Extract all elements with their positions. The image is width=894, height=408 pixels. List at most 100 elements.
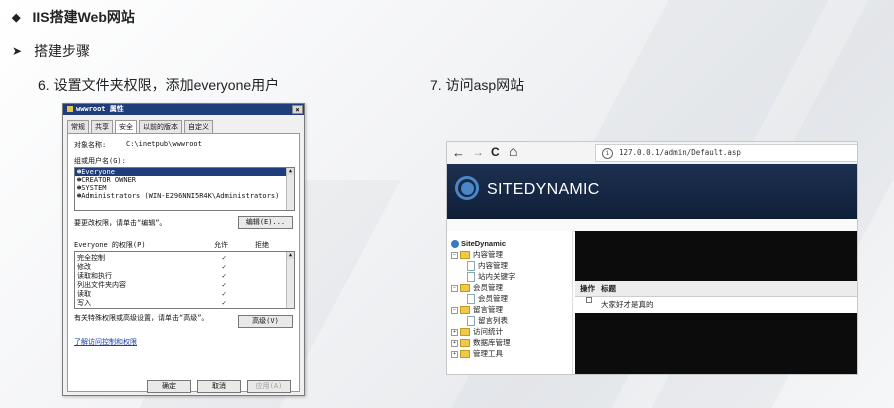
permissions-list: 完全控制 ✓ 修改 ✓ 读取和执行 ✓ 列出文件夹内容 ✓ 读取 ✓ 写入 ✓ ▲	[74, 251, 295, 309]
folder-icon	[460, 284, 470, 293]
row-checkbox[interactable]	[586, 297, 592, 303]
user-list-item[interactable]: ☻Everyone	[75, 168, 294, 176]
column-header-action: 操作	[580, 284, 595, 293]
close-button[interactable]: ×	[292, 105, 303, 114]
content-area-top	[575, 231, 857, 281]
advanced-hint: 有关特殊权限或高级设置，请单击“高级”。	[74, 314, 209, 322]
permissions-scrollbar[interactable]: ▲	[286, 252, 294, 308]
change-permissions-hint: 要更改权限，请单击“编辑”。	[74, 219, 167, 227]
user-list-item[interactable]: ☻CREATOR OWNER	[75, 176, 294, 184]
table-header: 操作 标题	[575, 281, 857, 297]
allow-check: ✓	[222, 254, 227, 262]
address-bar[interactable]: i 127.0.0.1/admin/Default.asp	[595, 144, 857, 162]
row-title[interactable]: 大家好才是真的	[601, 297, 654, 313]
collapse-icon[interactable]: −	[451, 251, 458, 259]
user-list-item[interactable]: ☻Administrators (WIN-E296NNI5R4K\Adminis…	[75, 192, 294, 200]
permission-row: 完全控制 ✓	[77, 254, 227, 262]
folder-icon	[460, 328, 470, 337]
tree-node[interactable]: − 会员管理	[451, 283, 503, 293]
arrow-bullet-icon: ➤	[12, 44, 23, 58]
tab-security[interactable]: 安全	[115, 120, 137, 133]
tab-general[interactable]: 常规	[67, 120, 89, 133]
dialog-titlebar: wwwroot 属性 ×	[63, 104, 304, 115]
folder-icon	[460, 350, 470, 359]
allow-check: ✓	[222, 299, 227, 307]
permission-row: 读取和执行 ✓	[77, 272, 227, 280]
dialog-title: wwwroot 属性	[76, 105, 124, 113]
tree-node[interactable]: − 内容管理	[451, 250, 503, 260]
learn-access-control-link[interactable]: 了解访问控制和权限	[74, 337, 137, 347]
slide-heading-text: IIS搭建Web网站	[32, 9, 135, 25]
apply-button[interactable]: 应用(A)	[247, 380, 291, 393]
reload-icon[interactable]: C	[491, 145, 500, 159]
url-text: 127.0.0.1/admin/Default.asp	[619, 148, 741, 157]
groups-label: 组或用户名(G):	[74, 157, 126, 165]
diamond-bullet-icon: ◆	[12, 11, 21, 24]
user-list[interactable]: ☻Everyone ☻CREATOR OWNER ☻SYSTEM ☻Admini…	[74, 167, 295, 211]
expand-icon[interactable]: +	[451, 339, 458, 347]
slide-subheading: ➤ 搭建步骤	[12, 41, 90, 61]
tree-node[interactable]: 会员管理	[467, 294, 508, 305]
advanced-button[interactable]: 高级(V)	[238, 315, 293, 328]
tab-previous-versions[interactable]: 以前的版本	[139, 120, 182, 133]
permission-row: 列出文件夹内容 ✓	[77, 281, 227, 289]
allow-check: ✓	[222, 263, 227, 271]
tree-root[interactable]: SiteDynamic	[451, 239, 506, 249]
allow-check: ✓	[222, 281, 227, 289]
ok-button[interactable]: 确定	[147, 380, 191, 393]
collapse-icon[interactable]: −	[451, 284, 458, 292]
site-logo-text: SITEDYNAMIC	[487, 181, 600, 198]
scroll-up-icon[interactable]: ▲	[287, 168, 294, 175]
allow-column-label: 允许	[214, 241, 228, 249]
security-tab-panel: 对象名称: C:\inetpub\wwwroot 组或用户名(G): ☻Ever…	[67, 133, 300, 392]
folder-icon	[67, 106, 73, 112]
user-list-item[interactable]: ☻SYSTEM	[75, 184, 294, 192]
allow-check: ✓	[222, 272, 227, 280]
collapse-icon[interactable]: −	[451, 306, 458, 314]
tab-sharing[interactable]: 共享	[91, 120, 113, 133]
deny-column-label: 拒绝	[255, 241, 269, 249]
tree-node[interactable]: + 管理工具	[451, 349, 503, 359]
expand-icon[interactable]: +	[451, 328, 458, 336]
cancel-button[interactable]: 取消	[197, 380, 241, 393]
info-icon: i	[602, 147, 613, 159]
tab-customize[interactable]: 自定义	[184, 120, 213, 133]
tree-node[interactable]: 站内关键字	[467, 272, 516, 283]
page-icon	[467, 272, 475, 283]
table-row[interactable]: 大家好才是真的	[575, 297, 857, 314]
page-icon	[467, 294, 475, 305]
permission-row: 读取 ✓	[77, 290, 227, 298]
page-icon	[467, 261, 475, 272]
home-icon[interactable]: ⌂	[509, 143, 517, 159]
slide-heading: ◆ IIS搭建Web网站	[12, 7, 135, 27]
allow-check: ✓	[222, 290, 227, 298]
expand-icon[interactable]: +	[451, 350, 458, 358]
tree-node[interactable]: 留言列表	[467, 316, 508, 327]
permission-row: 写入 ✓	[77, 299, 227, 307]
folder-icon	[460, 251, 470, 260]
step7-caption: 7. 访问asp网站	[430, 77, 525, 93]
permission-row: 修改 ✓	[77, 263, 227, 271]
tree-node[interactable]: − 留言管理	[451, 305, 503, 315]
scroll-up-icon[interactable]: ▲	[287, 252, 294, 259]
dialog-tabs: 常规 共享 安全 以前的版本 自定义	[63, 115, 304, 133]
folder-icon	[460, 339, 470, 348]
page-icon	[467, 316, 475, 327]
content-area-bottom	[575, 313, 857, 374]
folder-icon	[460, 306, 470, 315]
permissions-header: Everyone 的权限(P)	[74, 241, 146, 249]
browser-window: ← → C ⌂ i 127.0.0.1/admin/Default.asp SIT…	[446, 141, 858, 375]
tree-node[interactable]: 内容管理	[467, 261, 508, 272]
edit-button[interactable]: 编辑(E)...	[238, 216, 293, 229]
back-icon[interactable]: ←	[452, 145, 465, 160]
tree-node[interactable]: + 数据库管理	[451, 338, 511, 348]
browser-toolbar: ← → C ⌂ i 127.0.0.1/admin/Default.asp	[447, 142, 857, 165]
site-banner: SITEDYNAMIC	[447, 164, 857, 219]
object-name-value: C:\inetpub\wwwroot	[126, 140, 202, 148]
properties-dialog: wwwroot 属性 × 常规 共享 安全 以前的版本 自定义 对象名称: C:…	[62, 103, 305, 396]
user-list-scrollbar[interactable]: ▲	[286, 168, 294, 210]
forward-icon[interactable]: →	[472, 145, 484, 159]
admin-nav-tree: SiteDynamic − 内容管理 内容管理 站内关键字 − 会员管理 会员管理 …	[447, 231, 573, 374]
column-header-title: 标题	[601, 284, 616, 293]
tree-node[interactable]: + 访问统计	[451, 327, 503, 337]
